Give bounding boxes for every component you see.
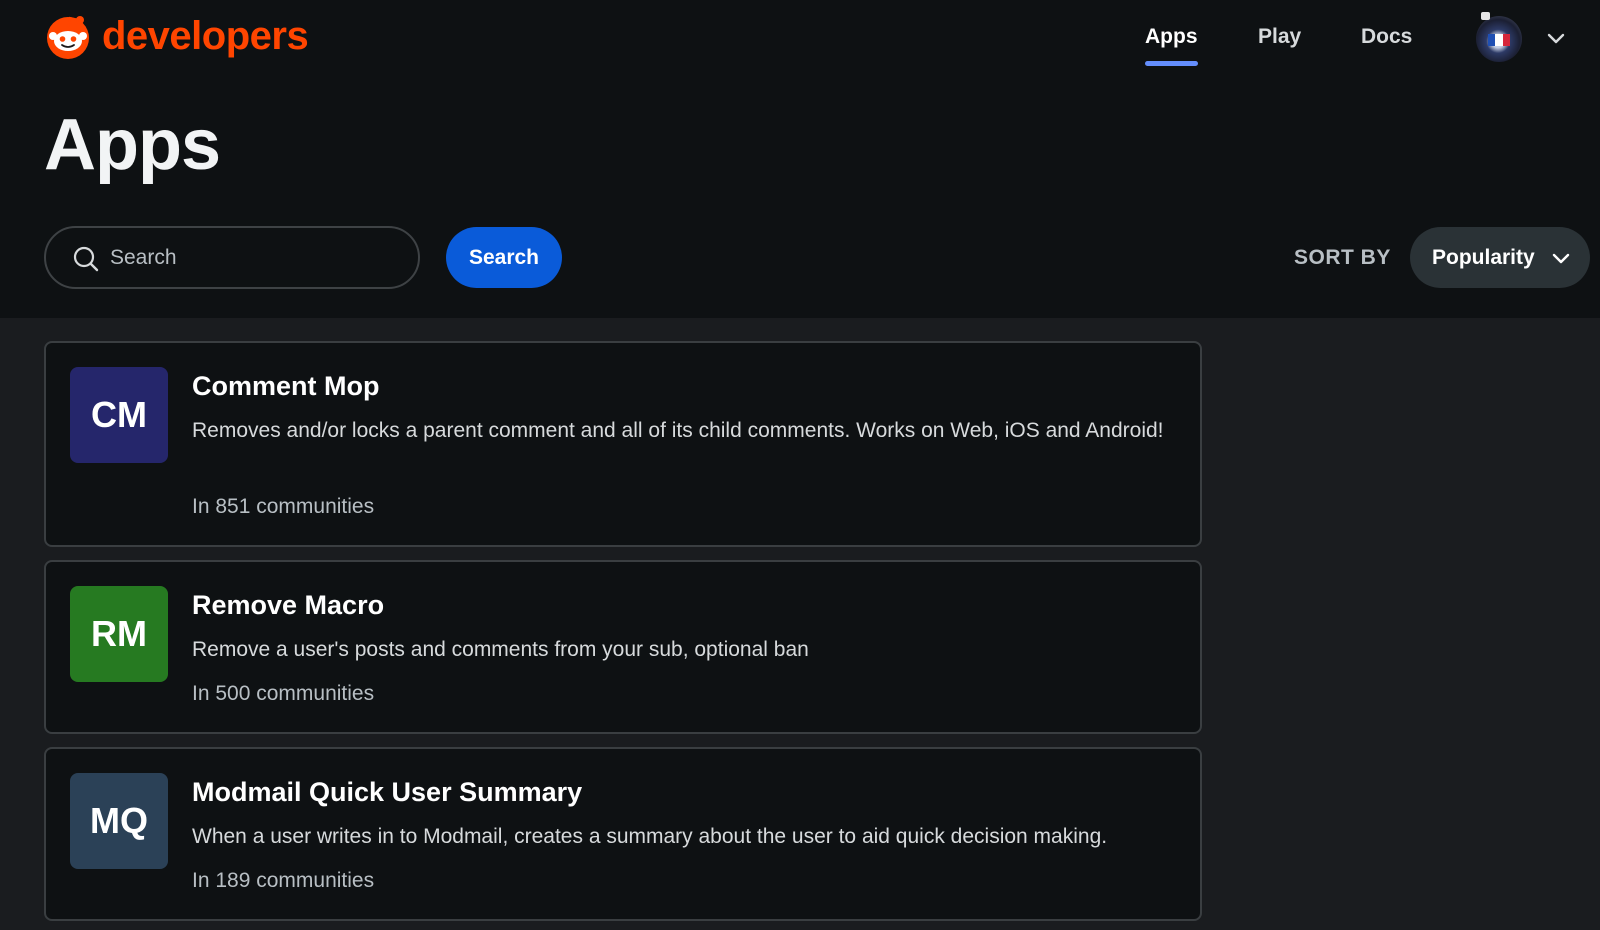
app-description: Removes and/or locks a parent comment an… — [192, 419, 1164, 442]
sort-by-label: SORT BY — [1294, 246, 1391, 269]
logo-text: developers — [102, 14, 309, 58]
sort-dropdown[interactable]: Popularity — [1410, 227, 1590, 288]
nav-apps-label: Apps — [1145, 25, 1198, 48]
app-name[interactable]: Comment Mop — [192, 371, 379, 402]
search-button[interactable]: Search — [446, 227, 562, 288]
reddit-snoo-icon — [47, 16, 89, 59]
search-input[interactable] — [110, 238, 400, 278]
app-name[interactable]: Remove Macro — [192, 590, 384, 621]
sort-selected-value: Popularity — [1432, 246, 1535, 269]
nav-play[interactable]: Play — [1258, 25, 1301, 49]
nav-apps[interactable]: Apps — [1145, 25, 1198, 66]
nav-active-underline — [1145, 61, 1198, 66]
nav-docs-label: Docs — [1361, 25, 1413, 48]
app-community-count: In 851 communities — [192, 495, 375, 518]
app-card[interactable]: RM Remove Macro Remove a user's posts an… — [44, 560, 1202, 734]
nav-docs[interactable]: Docs — [1361, 25, 1412, 49]
app-community-count: In 500 communities — [192, 682, 375, 705]
header-area: developers Apps Play Docs Apps Search Se… — [0, 0, 1600, 318]
app-initials-icon: RM — [70, 586, 168, 682]
developers-logo[interactable]: developers — [44, 8, 309, 64]
search-icon — [73, 246, 99, 272]
app-community-count: In 189 communities — [192, 869, 375, 892]
app-initials-icon: CM — [70, 367, 168, 463]
flag-icon — [1488, 34, 1510, 46]
app-description: When a user writes in to Modmail, create… — [192, 825, 1108, 848]
app-description: Remove a user's posts and comments from … — [192, 638, 809, 661]
app-card[interactable]: MQ Modmail Quick User Summary When a use… — [44, 747, 1202, 921]
account-menu-chevron-down-icon[interactable] — [1545, 27, 1567, 49]
nav-play-label: Play — [1258, 25, 1302, 48]
search-field[interactable] — [44, 226, 420, 289]
app-initials-icon: MQ — [70, 773, 168, 869]
user-avatar[interactable] — [1476, 16, 1522, 62]
app-name[interactable]: Modmail Quick User Summary — [192, 777, 582, 808]
app-card[interactable]: CM Comment Mop Removes and/or locks a pa… — [44, 341, 1202, 547]
chevron-down-icon — [1552, 253, 1570, 264]
page-title: Apps — [44, 105, 221, 185]
avatar-badge-icon — [1481, 12, 1490, 20]
